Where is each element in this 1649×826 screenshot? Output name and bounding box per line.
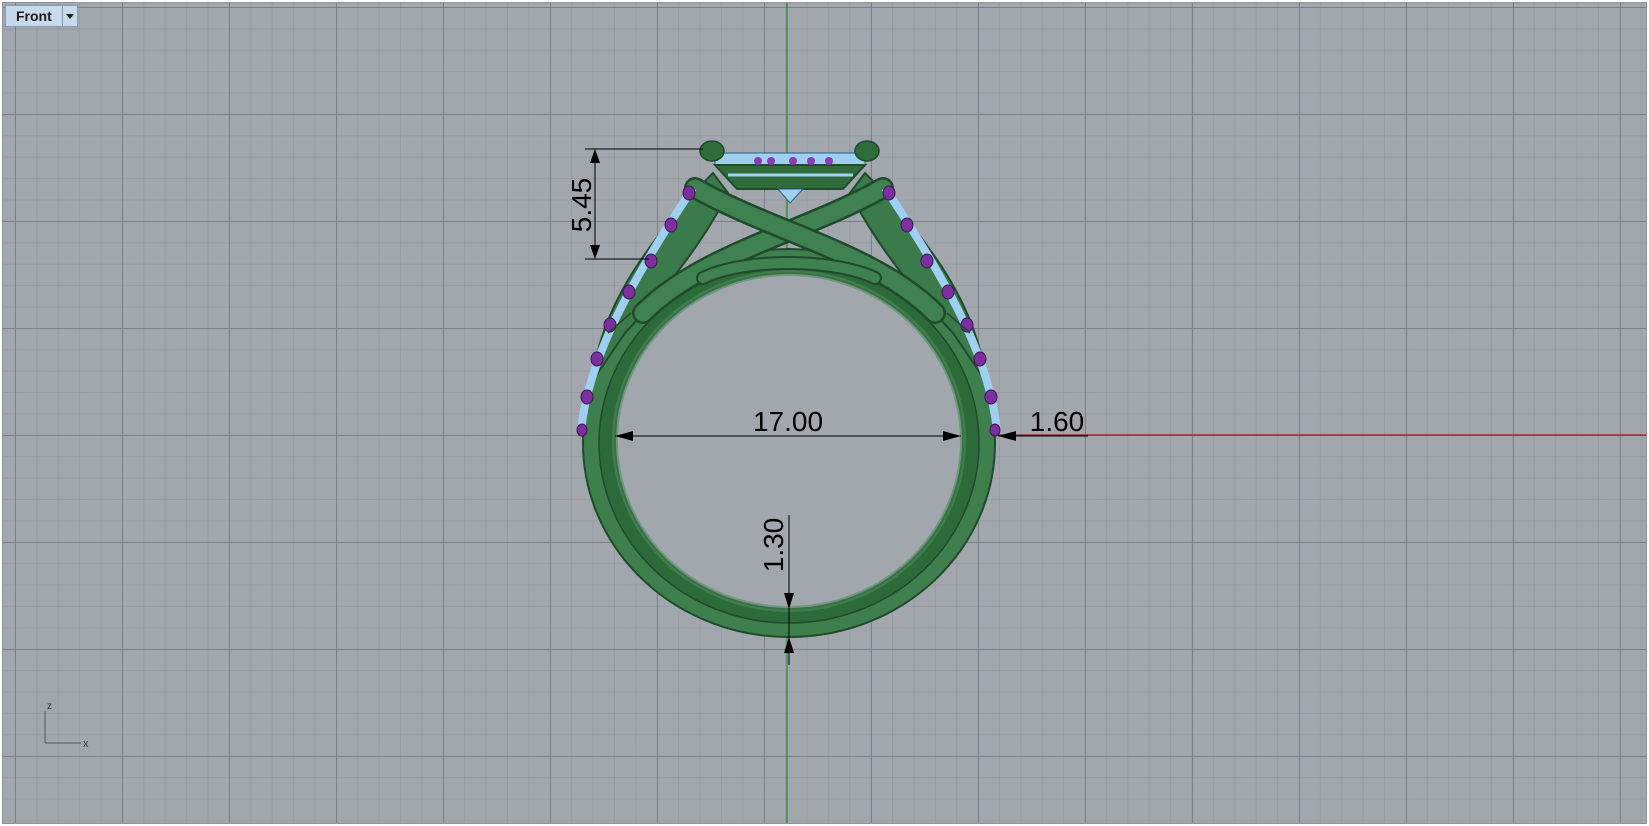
viewport-title-tab[interactable]: Front: [5, 5, 78, 27]
viewport-menu-dropdown-icon[interactable]: [61, 6, 77, 26]
dimension-shank-thickness-text: 1.30: [758, 518, 789, 573]
axis-triad-x-label: x: [83, 738, 89, 750]
dimension-shank-width-text: 1.60: [1030, 406, 1085, 437]
viewport-name-label[interactable]: Front: [6, 6, 62, 26]
dimension-inner-diameter-text: 17.00: [753, 406, 823, 437]
axis-triad-z-label: z: [47, 701, 52, 712]
model-canvas[interactable]: 5.45 17.00 1.60 1.30 z x: [3, 3, 1647, 824]
dimension-shank-width[interactable]: 1.60: [998, 406, 1088, 441]
dimension-head-height-text: 5.45: [566, 178, 597, 233]
axis-triad-icon: z x: [44, 701, 89, 750]
front-viewport[interactable]: Front 5.45 17.00 1.60 1.30 z x: [2, 2, 1647, 824]
